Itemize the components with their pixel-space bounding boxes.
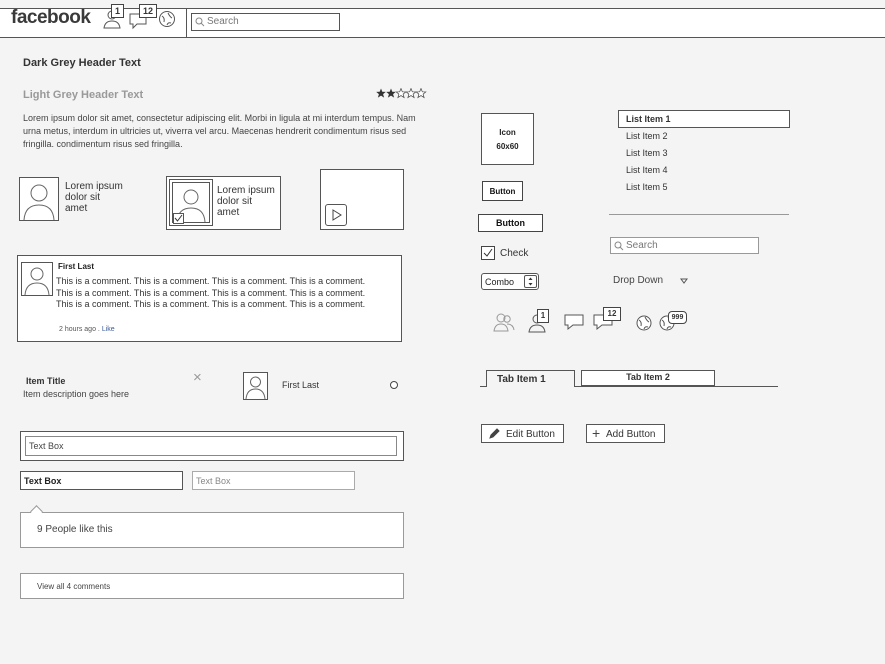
- text-box-value: Text Box: [24, 476, 62, 486]
- edit-button[interactable]: Edit Button: [481, 424, 564, 443]
- divider: [609, 214, 789, 215]
- video-thumbnail[interactable]: [320, 169, 404, 230]
- star-rating[interactable]: [376, 88, 428, 99]
- likes-bubble: 9 People like this: [20, 512, 404, 548]
- text-box-disabled[interactable]: Text Box: [192, 471, 355, 490]
- profile-card-line: dolor sit: [65, 192, 101, 203]
- radio-button[interactable]: [390, 381, 398, 389]
- person-silhouette-icon: [24, 267, 50, 295]
- lorem-paragraph: Lorem ipsum dolor sit amet, consectetur …: [23, 113, 416, 149]
- icon-placeholder-label: Icon: [499, 128, 516, 137]
- combo-box[interactable]: Combo: [481, 273, 539, 290]
- plus-icon: +: [592, 425, 601, 441]
- star-empty-icon: [415, 88, 427, 99]
- button-small[interactable]: Button: [482, 181, 523, 201]
- star-filled-icon: [386, 88, 396, 98]
- light-header-text: Light Grey Header Text: [23, 89, 144, 101]
- search-placeholder: Search: [626, 240, 658, 251]
- view-all-comments-text: View all 4 comments: [37, 582, 111, 591]
- text-box-focused[interactable]: Text Box: [25, 436, 397, 456]
- list: List Item 1 List Item 2 List Item 3 List…: [618, 110, 790, 196]
- search-icon: [195, 17, 205, 27]
- messages-badge: 12: [139, 4, 157, 18]
- tab-item-2[interactable]: Tab Item 2: [581, 370, 715, 386]
- notifications-badge: 999: [668, 311, 687, 324]
- likes-text[interactable]: 9 People like this: [37, 524, 113, 535]
- item-title: Item Title: [26, 376, 66, 386]
- drop-down[interactable]: Drop Down: [613, 275, 663, 286]
- profile-card-line: Lorem ipsum: [217, 185, 275, 196]
- comment-text: This is a comment. This is a comment. Th…: [56, 276, 366, 309]
- profile-card-line: dolor sit: [217, 196, 253, 207]
- list-item-selected[interactable]: List Item 1: [618, 110, 790, 128]
- notifications-globe-icon[interactable]: [158, 10, 176, 28]
- person-silhouette-icon: [245, 376, 266, 399]
- chevron-down-icon[interactable]: [680, 278, 688, 284]
- list-item[interactable]: List Item 3: [618, 145, 790, 162]
- profile-card-line: amet: [217, 207, 240, 218]
- checkbox[interactable]: [481, 246, 495, 260]
- tab-item-1[interactable]: Tab Item 1: [486, 370, 575, 387]
- person-silhouette-icon: [23, 184, 55, 220]
- person-avatar[interactable]: [243, 372, 268, 400]
- list-item[interactable]: List Item 4: [618, 162, 790, 179]
- profile-card-text: Lorem ipsum dolor sit amet: [65, 181, 123, 214]
- facebook-logo[interactable]: facebook: [11, 7, 91, 29]
- item-description: Item description goes here: [23, 389, 130, 399]
- comment-box: First Last This is a comment. This is a …: [17, 255, 402, 342]
- list-item[interactable]: List Item 2: [618, 128, 790, 145]
- button-medium[interactable]: Button: [478, 214, 543, 232]
- close-icon[interactable]: ×: [193, 369, 202, 386]
- commenter-avatar[interactable]: [21, 262, 53, 296]
- star-filled-icon: [376, 88, 386, 98]
- profile-card-text: Lorem ipsum dolor sit amet: [217, 185, 275, 218]
- text-box-value: Text Box: [29, 441, 64, 451]
- list-item[interactable]: List Item 5: [618, 179, 790, 196]
- combo-stepper-icon[interactable]: [524, 275, 537, 288]
- search-icon: [614, 241, 624, 251]
- profile-card-line: amet: [65, 203, 88, 214]
- messages-icon[interactable]: [563, 312, 587, 332]
- comment-author[interactable]: First Last: [58, 262, 94, 271]
- text-box-placeholder: Text Box: [196, 476, 231, 486]
- person-name[interactable]: First Last: [282, 380, 319, 390]
- icon-placeholder-size: 60x60: [496, 142, 519, 151]
- friend-requests-badge: 1: [111, 4, 124, 18]
- view-all-comments[interactable]: View all 4 comments: [20, 573, 404, 599]
- like-link[interactable]: Like: [102, 326, 115, 333]
- checkmark-icon: [483, 248, 493, 257]
- play-button-icon[interactable]: [325, 204, 347, 226]
- profile-picture[interactable]: [19, 177, 59, 221]
- add-button-label: Add Button: [606, 429, 656, 440]
- header-search-field[interactable]: Search: [191, 13, 340, 31]
- pencil-icon: [488, 428, 500, 440]
- profile-picture-frame: [169, 179, 213, 226]
- profile-card-line: Lorem ipsum: [65, 181, 123, 192]
- combo-value: Combo: [485, 277, 515, 287]
- text-box-active[interactable]: Text Box: [20, 471, 183, 490]
- dark-header-text: Dark Grey Header Text: [23, 57, 141, 69]
- checkbox-label: Check: [500, 248, 529, 259]
- add-button[interactable]: + Add Button: [586, 424, 665, 443]
- comment-time: 2 hours ago: [59, 326, 96, 333]
- globe-icon[interactable]: [636, 315, 652, 331]
- text-box-focused-wrapper: Text Box: [20, 431, 404, 461]
- search-field[interactable]: Search: [610, 237, 759, 254]
- messages-badge: 12: [603, 307, 621, 321]
- header-search-placeholder: Search: [207, 16, 239, 27]
- checkbox-checked-icon: [173, 213, 184, 224]
- friends-icon[interactable]: [492, 312, 516, 332]
- star-empty-icon: [395, 88, 407, 99]
- comment-meta: 2 hours ago . Like: [59, 326, 115, 333]
- friend-requests-badge: 1: [537, 309, 549, 323]
- star-empty-icon: [405, 88, 417, 99]
- icon-placeholder: Icon 60x60: [481, 113, 534, 165]
- profile-card-selected[interactable]: Lorem ipsum dolor sit amet: [166, 176, 281, 230]
- edit-button-label: Edit Button: [506, 429, 555, 440]
